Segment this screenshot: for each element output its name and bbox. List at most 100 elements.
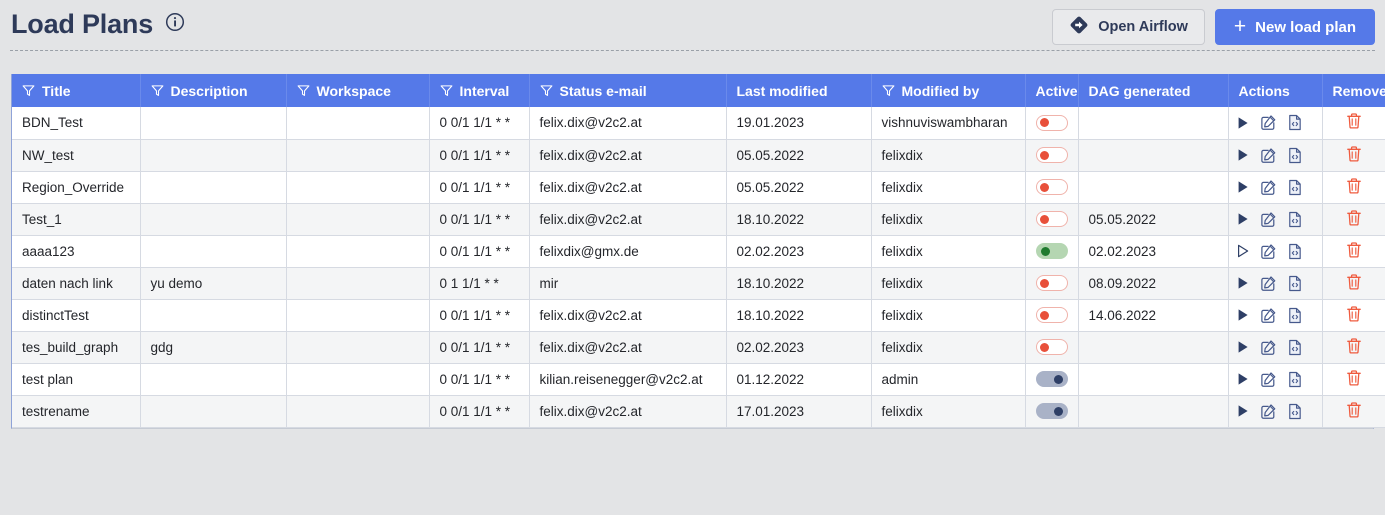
filter-icon[interactable] — [22, 84, 35, 97]
edit-icon[interactable] — [1260, 339, 1277, 356]
trash-icon[interactable] — [1345, 337, 1363, 355]
trash-icon[interactable] — [1345, 305, 1363, 323]
table-row[interactable]: testrename 0 0/1 1/1 * * felix.dix@v2c2.at… — [12, 395, 1385, 428]
edit-icon[interactable] — [1260, 307, 1277, 324]
cell-title: test plan — [12, 363, 141, 396]
cell-active[interactable] — [1025, 203, 1079, 236]
column-header-dag-generated[interactable]: DAG generated — [1078, 74, 1229, 107]
play-icon[interactable] — [1235, 275, 1251, 291]
cell-active[interactable] — [1025, 107, 1079, 140]
trash-icon[interactable] — [1345, 177, 1363, 195]
active-toggle[interactable] — [1035, 147, 1068, 164]
play-icon[interactable] — [1235, 179, 1251, 195]
active-toggle[interactable] — [1035, 179, 1068, 196]
cell-active[interactable] — [1025, 139, 1079, 172]
active-toggle[interactable] — [1035, 339, 1068, 356]
edit-icon[interactable] — [1260, 275, 1277, 292]
play-icon[interactable] — [1235, 243, 1251, 259]
active-toggle[interactable] — [1035, 211, 1068, 228]
column-header-workspace[interactable]: Workspace — [286, 74, 430, 107]
cell-active[interactable] — [1025, 363, 1079, 396]
column-header-remove[interactable]: Remove — [1322, 74, 1385, 107]
cell-workspace — [286, 203, 430, 236]
active-toggle[interactable] — [1035, 403, 1068, 420]
active-toggle[interactable] — [1035, 307, 1068, 324]
filter-icon[interactable] — [297, 84, 310, 97]
column-header-title[interactable]: Title — [12, 74, 141, 107]
code-file-icon[interactable] — [1286, 243, 1303, 260]
column-header-active[interactable]: Active — [1025, 74, 1079, 107]
active-toggle[interactable] — [1035, 243, 1068, 260]
filter-icon[interactable] — [151, 84, 164, 97]
code-file-icon[interactable] — [1286, 211, 1303, 228]
code-file-icon[interactable] — [1286, 147, 1303, 164]
airflow-logo-icon — [1069, 15, 1089, 39]
table-row[interactable]: NW_test 0 0/1 1/1 * * felix.dix@v2c2.at 05.… — [12, 139, 1385, 172]
trash-icon[interactable] — [1345, 209, 1363, 227]
cell-remove — [1322, 395, 1385, 428]
code-file-icon[interactable] — [1286, 403, 1303, 420]
trash-icon[interactable] — [1345, 369, 1363, 387]
cell-dag-generated: 14.06.2022 — [1078, 299, 1229, 332]
cell-modified-by: felixdix — [871, 331, 1026, 364]
edit-icon[interactable] — [1260, 211, 1277, 228]
trash-icon[interactable] — [1345, 112, 1363, 130]
filter-icon[interactable] — [540, 84, 553, 97]
cell-description — [140, 299, 287, 332]
active-toggle[interactable] — [1035, 275, 1068, 292]
edit-icon[interactable] — [1260, 147, 1277, 164]
play-icon[interactable] — [1235, 403, 1251, 419]
edit-icon[interactable] — [1260, 114, 1277, 131]
edit-icon[interactable] — [1260, 243, 1277, 260]
play-icon[interactable] — [1235, 307, 1251, 323]
cell-last-modified: 05.05.2022 — [726, 139, 872, 172]
table-row[interactable]: distinctTest 0 0/1 1/1 * * felix.dix@v2c2.… — [12, 299, 1385, 332]
trash-icon[interactable] — [1345, 145, 1363, 163]
play-icon[interactable] — [1235, 115, 1251, 131]
table-row[interactable]: aaaa123 0 0/1 1/1 * * felixdix@gmx.de 02.02… — [12, 235, 1385, 268]
cell-active[interactable] — [1025, 299, 1079, 332]
column-header-description[interactable]: Description — [140, 74, 287, 107]
code-file-icon[interactable] — [1286, 179, 1303, 196]
table-row[interactable]: daten nach link yu demo 0 1 1/1 * * mir 18.1… — [12, 267, 1385, 300]
table-row[interactable]: test plan 0 0/1 1/1 * * kilian.reisenegger… — [12, 363, 1385, 396]
code-file-icon[interactable] — [1286, 371, 1303, 388]
code-file-icon[interactable] — [1286, 114, 1303, 131]
cell-active[interactable] — [1025, 171, 1079, 204]
table-row[interactable]: tes_build_graph gdg 0 0/1 1/1 * * felix.dix… — [12, 331, 1385, 364]
cell-active[interactable] — [1025, 235, 1079, 268]
table-row[interactable]: Test_1 0 0/1 1/1 * * felix.dix@v2c2.at 18.1… — [12, 203, 1385, 236]
play-icon[interactable] — [1235, 147, 1251, 163]
column-header-interval[interactable]: Interval — [429, 74, 530, 107]
table-row[interactable]: Region_Override 0 0/1 1/1 * * felix.dix@v2… — [12, 171, 1385, 204]
code-file-icon[interactable] — [1286, 275, 1303, 292]
active-toggle[interactable] — [1035, 371, 1068, 388]
cell-active[interactable] — [1025, 331, 1079, 364]
code-file-icon[interactable] — [1286, 307, 1303, 324]
column-header-status-e-mail[interactable]: Status e-mail — [529, 74, 727, 107]
filter-icon[interactable] — [440, 84, 453, 97]
trash-icon[interactable] — [1345, 241, 1363, 259]
column-header-last-modified[interactable]: Last modified — [726, 74, 872, 107]
info-icon[interactable] — [165, 12, 185, 37]
filter-icon[interactable] — [882, 84, 895, 97]
edit-icon[interactable] — [1260, 403, 1277, 420]
cell-modified-by: felixdix — [871, 139, 1026, 172]
column-header-modified-by[interactable]: Modified by — [871, 74, 1026, 107]
column-header-actions[interactable]: Actions — [1228, 74, 1323, 107]
play-icon[interactable] — [1235, 339, 1251, 355]
open-airflow-button[interactable]: Open Airflow — [1052, 9, 1205, 45]
new-load-plan-button[interactable]: + New load plan — [1214, 9, 1375, 45]
play-icon[interactable] — [1235, 211, 1251, 227]
cell-active[interactable] — [1025, 395, 1079, 428]
edit-icon[interactable] — [1260, 371, 1277, 388]
trash-icon[interactable] — [1345, 273, 1363, 291]
edit-icon[interactable] — [1260, 179, 1277, 196]
active-toggle[interactable] — [1035, 114, 1068, 131]
cell-active[interactable] — [1025, 267, 1079, 300]
table-row[interactable]: BDN_Test 0 0/1 1/1 * * felix.dix@v2c2.at 19… — [12, 107, 1385, 140]
cell-interval: 0 0/1 1/1 * * — [429, 107, 530, 140]
play-icon[interactable] — [1235, 371, 1251, 387]
code-file-icon[interactable] — [1286, 339, 1303, 356]
trash-icon[interactable] — [1345, 401, 1363, 419]
